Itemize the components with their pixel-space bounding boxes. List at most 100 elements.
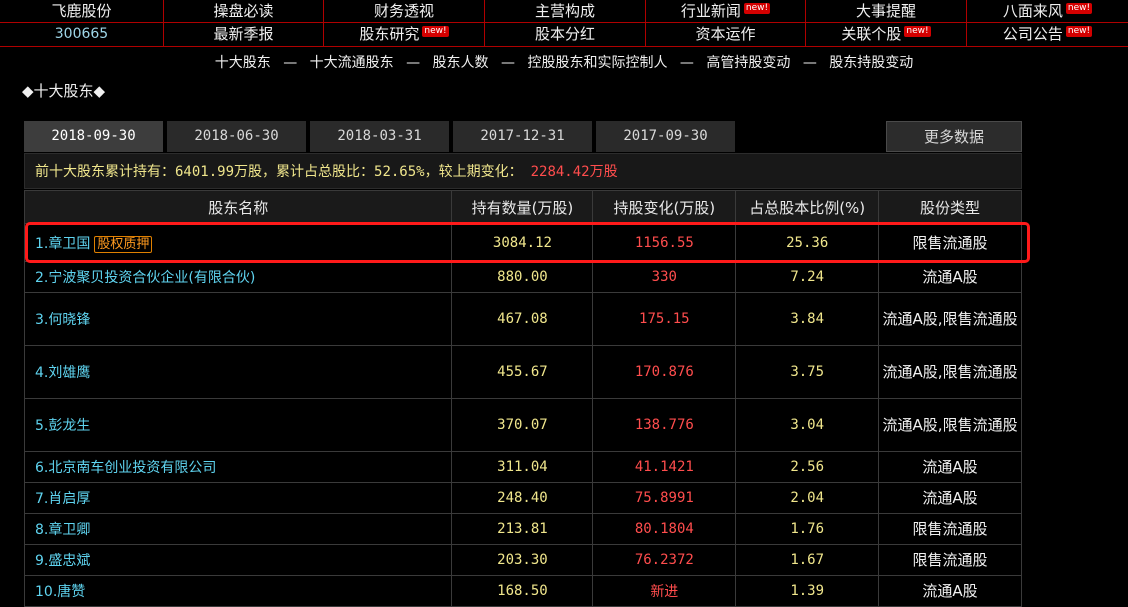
subnav-top10-holders[interactable]: 十大股东: [215, 55, 271, 71]
nav-item-latest-quarterly[interactable]: 最新季报: [163, 23, 323, 46]
holder-name[interactable]: 8.章卫卿: [23, 513, 453, 545]
holder-name[interactable]: 3.何晓锋: [23, 292, 453, 346]
new-badge: new!: [1065, 26, 1093, 37]
header-hold-quantity: 持有数量(万股): [451, 190, 594, 224]
table-row: 8.章卫卿 213.81 80.1804 1.76 限售流通股: [23, 513, 1022, 545]
share-type: 限售流通股: [878, 544, 1022, 576]
nav-label: 财务透视: [373, 2, 434, 20]
header-share-type: 股份类型: [878, 190, 1022, 224]
new-badge: new!: [1065, 3, 1093, 14]
hold-quantity: 880.00: [451, 261, 594, 293]
nav-item-events[interactable]: 大事提醒: [805, 0, 966, 23]
nav-item-trading-guide[interactable]: 操盘必读: [163, 0, 323, 23]
tab-2018-09-30[interactable]: 2018-09-30: [24, 121, 163, 152]
subnav-separator: —: [501, 55, 515, 71]
nav-item-dividends[interactable]: 股本分红: [484, 23, 645, 46]
share-ratio: 3.75: [735, 345, 880, 399]
share-type: 限售流通股: [878, 513, 1022, 545]
holder-name[interactable]: 5.彭龙生: [23, 398, 453, 452]
holder-name[interactable]: 4.刘雄鹰: [23, 345, 453, 399]
nav-label: 资本运作: [695, 25, 756, 43]
share-ratio: 1.67: [735, 544, 880, 576]
nav-item-financial-analysis[interactable]: 财务透视: [323, 0, 484, 23]
share-type: 流通A股: [878, 482, 1022, 514]
tab-2017-12-31[interactable]: 2017-12-31: [453, 121, 592, 152]
holder-name-cell[interactable]: 1.章卫国 股权质押: [23, 223, 453, 262]
hold-change: 170.876: [592, 345, 737, 399]
share-ratio: 3.84: [735, 292, 880, 346]
more-data-button[interactable]: 更多数据: [886, 121, 1022, 152]
holder-name[interactable]: 9.盛忠斌: [23, 544, 453, 576]
share-type: 限售流通股: [878, 223, 1022, 262]
nav-label: 行业新闻: [680, 2, 741, 20]
summary-ratio-label: ，累计占总股比：: [262, 164, 375, 180]
nav-item-capital-operations[interactable]: 资本运作: [645, 23, 805, 46]
table-row: 9.盛忠斌 203.30 76.2372 1.67 限售流通股: [23, 544, 1022, 576]
nav-label: 股东研究: [359, 25, 420, 43]
subnav-controlling-holder[interactable]: 控股股东和实际控制人: [527, 55, 667, 71]
shareholders-table: 股东名称 持有数量(万股) 持股变化(万股) 占总股本比例(%) 股份类型 1.…: [23, 190, 1022, 607]
hold-quantity: 3084.12: [451, 223, 594, 262]
summary-change-label: ，较上期变化：: [424, 164, 523, 180]
hold-change: 41.1421: [592, 451, 737, 483]
subnav-separator: —: [406, 55, 421, 71]
holder-name[interactable]: 2.宁波聚贝投资合伙企业(有限合伙): [23, 261, 453, 293]
hold-change: 80.1804: [592, 513, 737, 545]
hold-quantity: 467.08: [451, 292, 594, 346]
nav-label: 操盘必读: [213, 2, 274, 20]
tab-2018-03-31[interactable]: 2018-03-31: [310, 121, 449, 152]
holder-name[interactable]: 7.肖启厚: [23, 482, 453, 514]
top-nav: 飞鹿股份 300665 操盘必读 财务透视 主营构成 行业新闻 new! 大事提醒…: [0, 0, 1128, 47]
table-row: 10.唐赞 168.50 新进 1.39 流通A股: [23, 575, 1022, 607]
table-row: 3.何晓锋 467.08 175.15 3.84 流通A股,限售流通股: [23, 292, 1022, 346]
subnav-holder-count[interactable]: 股东人数: [433, 55, 489, 71]
nav-label: 最新季报: [213, 25, 274, 43]
table-row: 6.北京南车创业投资有限公司 311.04 41.1421 2.56 流通A股: [23, 451, 1022, 483]
hold-quantity: 203.30: [451, 544, 594, 576]
holder-name[interactable]: 6.北京南车创业投资有限公司: [23, 451, 453, 483]
new-badge: new!: [743, 3, 771, 14]
share-ratio: 2.56: [735, 451, 880, 483]
nav-label: 主营构成: [534, 2, 595, 20]
share-type: 流通A股,限售流通股: [878, 292, 1022, 346]
share-type: 流通A股,限售流通股: [878, 398, 1022, 452]
hold-change: 1156.55: [592, 223, 737, 262]
sub-nav: 十大股东 — 十大流通股东 — 股东人数 — 控股股东和实际控制人 — 高管持股…: [0, 52, 1128, 72]
tab-2017-09-30[interactable]: 2017-09-30: [596, 121, 735, 152]
share-ratio: 25.36: [735, 223, 880, 262]
hold-quantity: 311.04: [451, 451, 594, 483]
summary-change-value: 2284.42万股: [530, 164, 618, 180]
nav-item-announcements[interactable]: 公司公告 new!: [966, 23, 1128, 46]
share-type: 流通A股,限售流通股: [878, 345, 1022, 399]
pledge-tag[interactable]: 股权质押: [94, 235, 153, 253]
new-badge: new!: [422, 26, 449, 37]
holder-name[interactable]: 10.唐赞: [23, 575, 453, 607]
table-header-row: 股东名称 持有数量(万股) 持股变化(万股) 占总股本比例(%) 股份类型: [23, 190, 1022, 224]
table-row: 7.肖启厚 248.40 75.8991 2.04 流通A股: [23, 482, 1022, 514]
table-row: 4.刘雄鹰 455.67 170.876 3.75 流通A股,限售流通股: [23, 345, 1022, 399]
summary-bar: 前十大股东累计持有：6401.99万股，累计占总股比：52.65%，较上期变化：…: [24, 153, 1022, 189]
table-row: 5.彭龙生 370.07 138.776 3.04 流通A股,限售流通股: [23, 398, 1022, 452]
share-ratio: 1.76: [735, 513, 880, 545]
nav-item-industry-news[interactable]: 行业新闻 new!: [645, 0, 805, 23]
subnav-separator: —: [679, 55, 694, 71]
nav-item-related-stocks[interactable]: 关联个股 new!: [805, 23, 966, 46]
summary-hold-label: 前十大股东累计持有：: [35, 164, 175, 180]
subnav-separator: —: [283, 55, 298, 71]
nav-item-all-news[interactable]: 八面来风 new!: [966, 0, 1128, 23]
holder-name[interactable]: 1.章卫国: [35, 236, 90, 252]
tab-2018-06-30[interactable]: 2018-06-30: [167, 121, 306, 152]
section-title: ◆十大股东◆: [22, 82, 106, 100]
hold-quantity: 168.50: [451, 575, 594, 607]
subnav-executive-holdings[interactable]: 高管持股变动: [706, 55, 790, 71]
subnav-holding-changes[interactable]: 股东持股变动: [829, 55, 913, 71]
hold-change: 新进: [592, 575, 737, 607]
share-type: 流通A股: [878, 451, 1022, 483]
new-badge: new!: [904, 26, 931, 37]
subnav-top10-float-holders[interactable]: 十大流通股东: [310, 55, 394, 71]
share-type: 流通A股: [878, 575, 1022, 607]
subnav-separator: —: [802, 55, 817, 71]
nav-item-main-business[interactable]: 主营构成: [484, 0, 645, 23]
hold-quantity: 213.81: [451, 513, 594, 545]
nav-item-shareholder-research[interactable]: 股东研究 new!: [323, 23, 484, 46]
